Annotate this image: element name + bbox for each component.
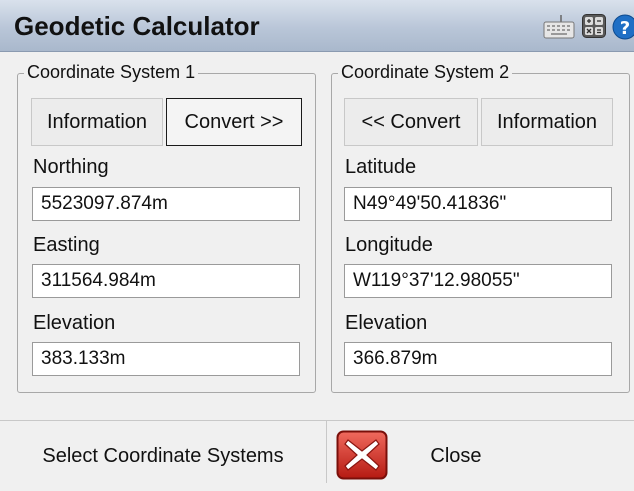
coordinate-system-2-legend: Coordinate System 2	[338, 62, 513, 83]
longitude-field[interactable]: W119°37'12.98055"	[344, 264, 612, 298]
help-icon[interactable]: ?	[612, 14, 634, 40]
elevation-label-1: Elevation	[33, 312, 116, 334]
bottom-bar: Select Coordinate Systems Close	[0, 420, 634, 483]
convert-forward-button[interactable]: Convert >>	[166, 98, 302, 146]
latitude-label: Latitude	[345, 156, 417, 178]
elevation-field-2[interactable]: 366.879m	[344, 342, 612, 376]
elevation-field-1[interactable]: 383.133m	[32, 342, 300, 376]
convert-back-button[interactable]: << Convert	[344, 98, 478, 146]
northing-field[interactable]: 5523097.874m	[32, 187, 300, 221]
information-button-1[interactable]: Information	[31, 98, 163, 146]
window-title: Geodetic Calculator	[14, 11, 260, 41]
coordinate-system-1-legend: Coordinate System 1	[24, 62, 199, 83]
latitude-field[interactable]: N49°49'50.41836"	[344, 187, 612, 221]
title-bar: Geodetic Calculator ?	[0, 0, 634, 52]
easting-label: Easting	[33, 234, 100, 256]
close-x-icon[interactable]	[336, 430, 388, 480]
close-button[interactable]: Close	[388, 421, 634, 483]
easting-field[interactable]: 311564.984m	[32, 264, 300, 298]
bottom-divider	[326, 421, 327, 483]
information-button-2[interactable]: Information	[481, 98, 613, 146]
longitude-label: Longitude	[345, 234, 433, 256]
keyboard-icon[interactable]	[543, 14, 575, 40]
svg-text:?: ?	[620, 18, 630, 39]
northing-label: Northing	[33, 156, 109, 178]
select-coordinate-systems-button[interactable]: Select Coordinate Systems	[0, 421, 326, 483]
elevation-label-2: Elevation	[345, 312, 428, 334]
calculator-icon[interactable]	[582, 14, 606, 38]
